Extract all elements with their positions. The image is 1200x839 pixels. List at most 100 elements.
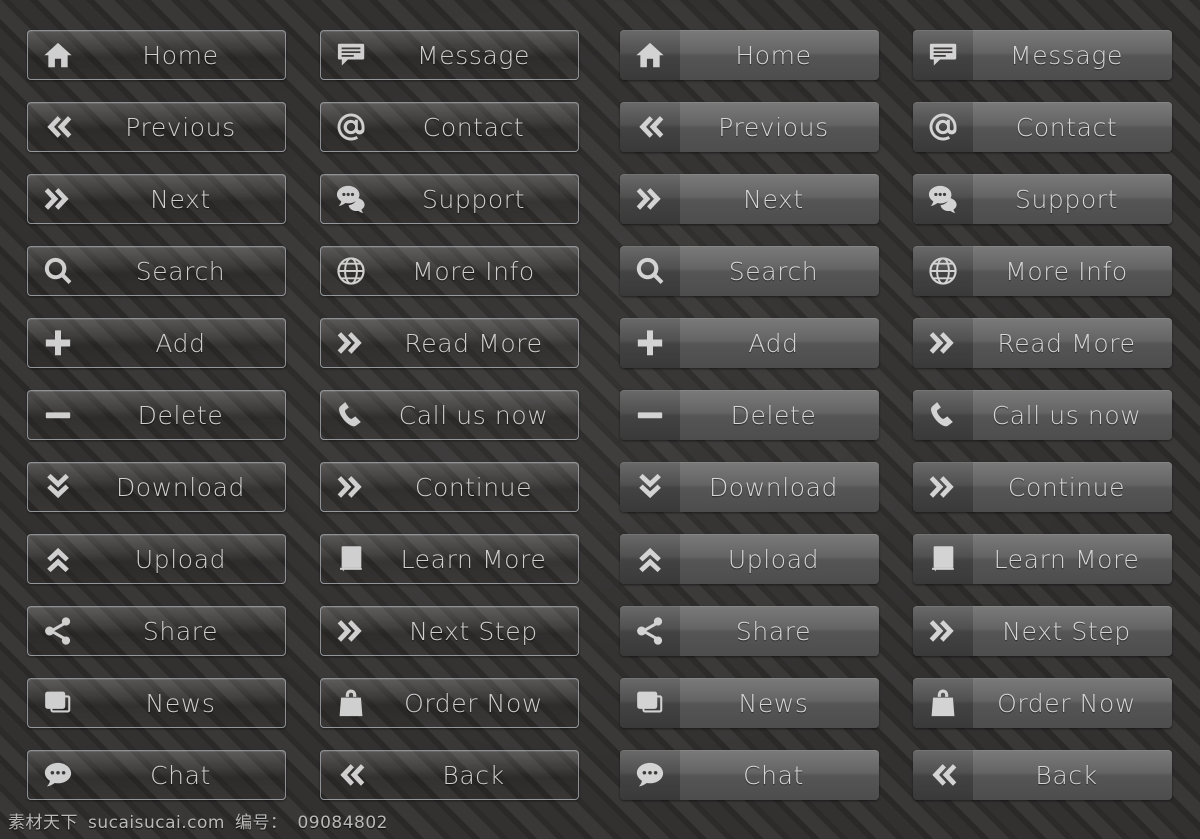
button-chat-filled[interactable]: Chat [620,750,879,800]
button-label: Back [442,760,505,790]
button-label: News [145,688,216,718]
button-back-outlined[interactable]: Back [320,750,579,800]
button-more-info-outlined[interactable]: More Info [320,246,579,296]
button-order-now-filled[interactable]: Order Now [913,678,1172,728]
button-label: Next [150,184,211,214]
button-label: Next Step [409,616,538,646]
button-previous-outlined[interactable]: Previous [27,102,286,152]
shopping-bag-icon [913,678,973,728]
chevron-double-left-icon [321,751,381,799]
button-delete-filled[interactable]: Delete [620,390,879,440]
button-label: Message [417,40,530,70]
button-label: Read More [404,328,543,358]
button-next-step-outlined[interactable]: Next Step [320,606,579,656]
button-label: Home [735,40,812,70]
button-read-more-filled[interactable]: Read More [913,318,1172,368]
book-icon [913,534,973,584]
button-previous-filled[interactable]: Previous [620,102,879,152]
button-next-outlined[interactable]: Next [27,174,286,224]
button-contact-outlined[interactable]: Contact [320,102,579,152]
button-label: Search [135,256,226,286]
button-delete-outlined[interactable]: Delete [27,390,286,440]
stacked-windows-icon [620,678,680,728]
button-share-filled[interactable]: Share [620,606,879,656]
button-back-filled[interactable]: Back [913,750,1172,800]
chevron-double-right-icon [28,175,88,223]
button-download-filled[interactable]: Download [620,462,879,512]
watermark-id-value: 09084802 [297,813,388,833]
watermark-id-label: 编号： [234,813,288,833]
button-order-now-outlined[interactable]: Order Now [320,678,579,728]
button-learn-more-filled[interactable]: Learn More [913,534,1172,584]
button-continue-outlined[interactable]: Continue [320,462,579,512]
button-label: Search [728,256,819,286]
button-upload-filled[interactable]: Upload [620,534,879,584]
button-learn-more-outlined[interactable]: Learn More [320,534,579,584]
button-label: News [738,688,809,718]
button-label: Delete [730,400,817,430]
button-label: Previous [718,112,829,142]
button-label: Share [142,616,219,646]
button-message-filled[interactable]: Message [913,30,1172,80]
button-news-outlined[interactable]: News [27,678,286,728]
button-label: Download [115,472,246,502]
button-label: Download [708,472,839,502]
minus-icon [28,391,88,439]
chevron-double-up-icon [620,534,680,584]
speech-lines-icon [913,30,973,80]
phone-handset-icon [913,390,973,440]
button-label: Contact [422,112,525,142]
plus-icon [620,318,680,368]
button-support-filled[interactable]: Support [913,174,1172,224]
button-label: Upload [727,544,820,574]
minus-icon [620,390,680,440]
home-icon [28,31,88,79]
button-support-outlined[interactable]: Support [320,174,579,224]
button-chat-outlined[interactable]: Chat [27,750,286,800]
button-label: Learn More [993,544,1140,574]
chat-bubbles-icon [321,175,381,223]
button-search-filled[interactable]: Search [620,246,879,296]
button-news-filled[interactable]: News [620,678,879,728]
button-home-outlined[interactable]: Home [27,30,286,80]
button-label: Home [142,40,219,70]
globe-icon [321,247,381,295]
button-call-us-now-filled[interactable]: Call us now [913,390,1172,440]
chat-bubbles-icon [913,174,973,224]
button-label: Add [155,328,206,358]
button-search-outlined[interactable]: Search [27,246,286,296]
button-grid: Home Previous Next Search Add Delete Download U… [0,0,1200,839]
globe-icon [913,246,973,296]
button-label: Continue [414,472,533,502]
chat-bubble-dots-icon [28,751,88,799]
button-label: Support [1014,184,1119,214]
button-label: Call us now [398,400,549,430]
button-label: Order Now [404,688,543,718]
button-home-filled[interactable]: Home [620,30,879,80]
button-continue-filled[interactable]: Continue [913,462,1172,512]
button-read-more-outlined[interactable]: Read More [320,318,579,368]
button-next-step-filled[interactable]: Next Step [913,606,1172,656]
magnifier-icon [28,247,88,295]
chevron-double-right-icon [321,607,381,655]
button-call-us-now-outlined[interactable]: Call us now [320,390,579,440]
button-next-filled[interactable]: Next [620,174,879,224]
share-nodes-icon [620,606,680,656]
button-more-info-filled[interactable]: More Info [913,246,1172,296]
at-sign-icon [913,102,973,152]
button-download-outlined[interactable]: Download [27,462,286,512]
button-label: Order Now [997,688,1136,718]
button-share-outlined[interactable]: Share [27,606,286,656]
button-label: Learn More [400,544,547,574]
button-upload-outlined[interactable]: Upload [27,534,286,584]
chevron-double-up-icon [28,535,88,583]
chevron-double-right-icon [913,606,973,656]
button-message-outlined[interactable]: Message [320,30,579,80]
button-label: More Info [1005,256,1128,286]
button-label: Add [748,328,799,358]
button-contact-filled[interactable]: Contact [913,102,1172,152]
button-add-outlined[interactable]: Add [27,318,286,368]
magnifier-icon [620,246,680,296]
button-add-filled[interactable]: Add [620,318,879,368]
plus-icon [28,319,88,367]
